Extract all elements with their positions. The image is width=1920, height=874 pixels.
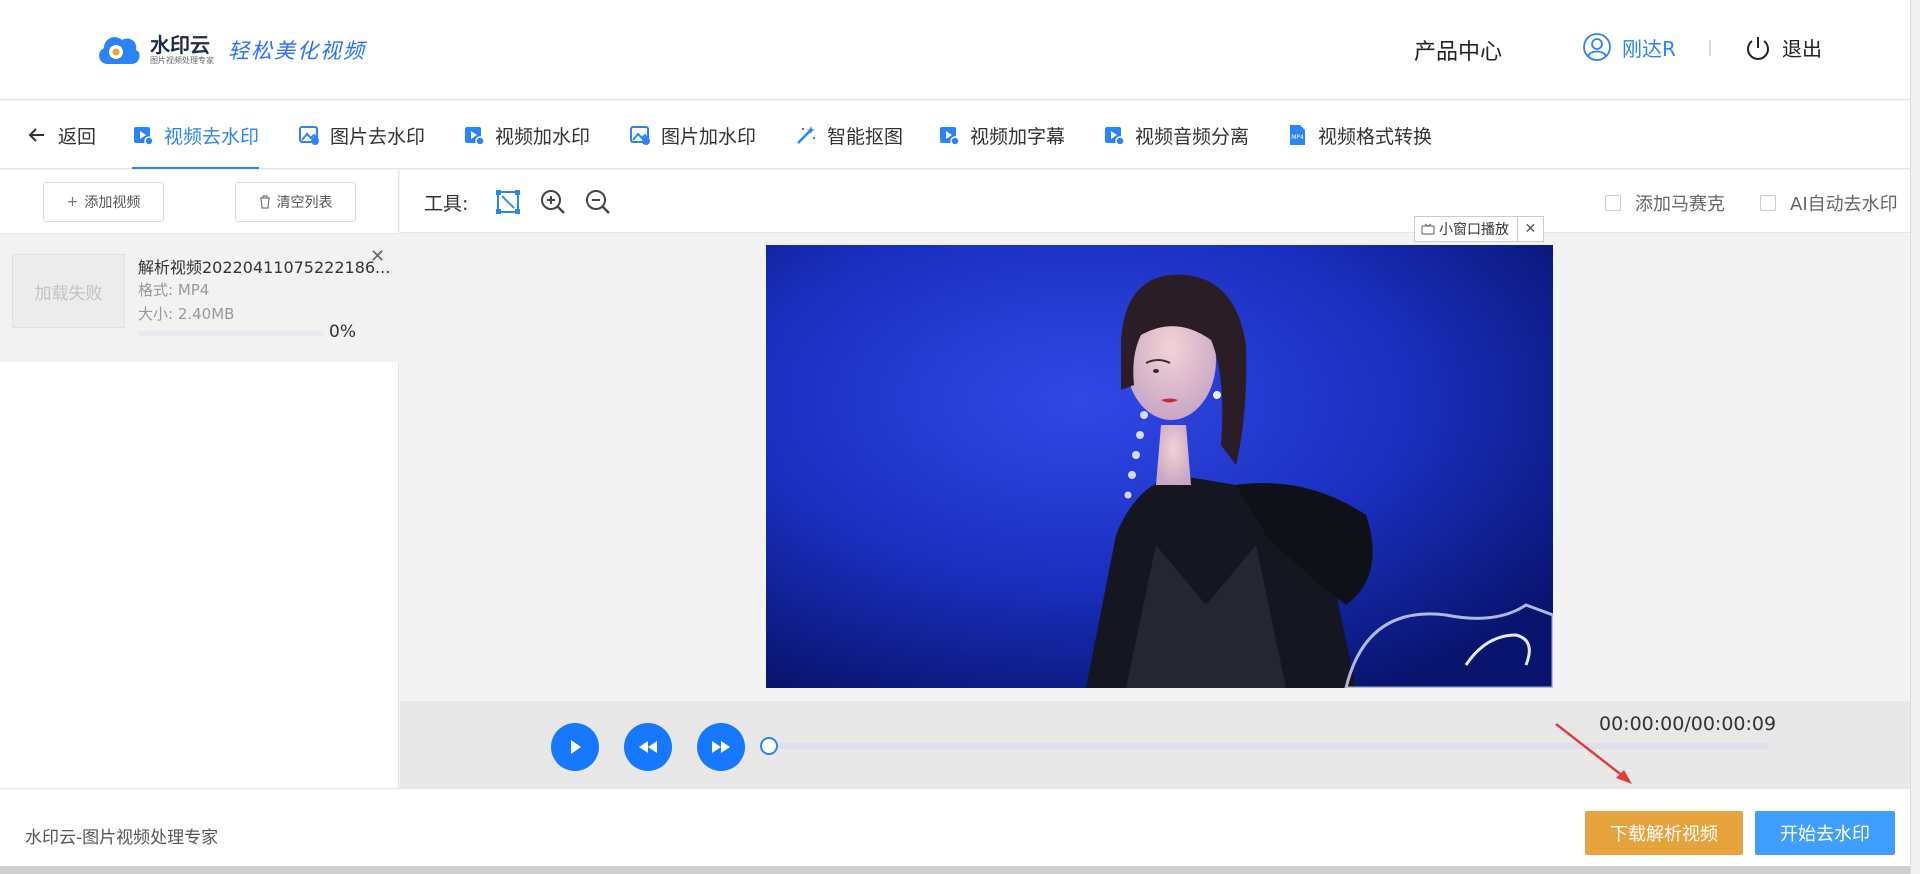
- logout-label: 退出: [1782, 37, 1822, 61]
- image-icon: [630, 126, 650, 145]
- file-thumbnail: 加载失败: [12, 254, 125, 328]
- clear-list-label: 清空列表: [276, 195, 333, 211]
- mini-window-control: 小窗口播放 ✕: [1414, 216, 1544, 242]
- play-icon: [571, 740, 581, 754]
- mosaic-label: 添加马赛克: [1635, 194, 1725, 215]
- tab-image-watermark-add[interactable]: 图片加水印: [629, 101, 756, 169]
- player-controls: 00:00:00/00:00:09: [400, 701, 1910, 788]
- tab-video-subtitle[interactable]: 视频加字幕: [938, 101, 1065, 169]
- tab-format-convert[interactable]: MP4 视频格式转换: [1286, 101, 1432, 169]
- footer-bar: 水印云-图片视频处理专家 下载解析视频 开始去水印: [0, 788, 1910, 866]
- arrow-left-icon: [28, 128, 44, 142]
- add-video-button[interactable]: + 添加视频: [43, 182, 164, 222]
- tool-bar: 工具: 添加马赛克 AI自动去水印: [400, 170, 1910, 233]
- back-label: 返回: [58, 125, 97, 148]
- video-icon: [940, 127, 960, 146]
- file-list-item[interactable]: 加载失败 解析视频20220411075222186... 格式: MP4 大小…: [0, 234, 399, 362]
- select-area-icon[interactable]: [494, 188, 522, 216]
- mp4-file-icon: MP4: [1290, 125, 1305, 145]
- video-frame-image: [766, 245, 1553, 688]
- feature-tabs: 返回 视频去水印 图片去水印 视频加水印 图片加水印 智能抠图 视频加字幕 视频…: [0, 101, 1910, 169]
- tab-label: 视频加字幕: [970, 125, 1066, 148]
- tab-video-watermark-remove[interactable]: 视频去水印: [132, 101, 260, 169]
- vertical-scrollbar[interactable]: [1910, 0, 1920, 874]
- video-icon: [1105, 127, 1125, 146]
- download-parsed-video-button[interactable]: 下载解析视频: [1585, 811, 1743, 855]
- cloud-logo-icon: [99, 37, 140, 64]
- user-menu[interactable]: 刚达R: [1582, 32, 1676, 62]
- username-label: 刚达R: [1622, 36, 1676, 61]
- video-stage: 小窗口播放 ✕: [400, 216, 1910, 701]
- rewind-icon: [639, 741, 657, 753]
- checkbox-box: [1760, 195, 1776, 211]
- mosaic-checkbox[interactable]: 添加马赛克: [1605, 190, 1725, 216]
- ai-remove-label: AI自动去水印: [1790, 194, 1898, 215]
- tab-label: 智能抠图: [827, 125, 904, 148]
- svg-text:MP4: MP4: [1291, 134, 1304, 141]
- seek-bar[interactable]: [768, 743, 1768, 749]
- tv-icon: [1421, 223, 1435, 235]
- header-separator: [1709, 40, 1711, 56]
- add-video-label: 添加视频: [84, 195, 141, 211]
- magic-wand-icon: [797, 126, 816, 144]
- brand-logo[interactable]: 水印云 图片视频处理专家 轻松美化视频: [94, 28, 366, 72]
- tab-label: 图片去水印: [330, 125, 426, 148]
- tools-label: 工具:: [424, 193, 469, 215]
- file-size: 大小: 2.40MB: [138, 305, 235, 323]
- close-mini-window-button[interactable]: ✕: [1517, 217, 1543, 241]
- mini-window-label: 小窗口播放: [1439, 222, 1509, 238]
- tab-smart-cutout[interactable]: 智能抠图: [795, 101, 903, 169]
- logo-title: 水印云: [150, 33, 210, 57]
- rewind-button[interactable]: [624, 723, 672, 771]
- file-progress-bar: [138, 331, 324, 336]
- back-button[interactable]: 返回: [26, 101, 96, 169]
- video-icon: [134, 127, 154, 146]
- clear-list-button[interactable]: 清空列表: [235, 182, 356, 222]
- remove-file-button[interactable]: ✕: [370, 246, 385, 267]
- tab-label: 视频音频分离: [1135, 125, 1250, 148]
- file-progress-text: 0%: [329, 322, 356, 342]
- zoom-in-icon[interactable]: [539, 188, 567, 216]
- fast-forward-button[interactable]: [697, 723, 745, 771]
- playback-time: 00:00:00/00:00:09: [1599, 713, 1777, 735]
- tab-audio-separation[interactable]: 视频音频分离: [1103, 101, 1249, 169]
- logo-slogan: 轻松美化视频: [228, 39, 366, 63]
- footer-brand: 水印云-图片视频处理专家: [25, 828, 219, 848]
- file-list-panel: + 添加视频 清空列表 加载失败 解析视频20220411075222186..…: [0, 170, 399, 788]
- file-format: 格式: MP4: [138, 281, 210, 299]
- logo-subtitle: 图片视频处理专家: [150, 56, 214, 65]
- video-preview[interactable]: [766, 245, 1553, 688]
- start-remove-watermark-button[interactable]: 开始去水印: [1755, 811, 1895, 855]
- tab-label: 视频格式转换: [1318, 125, 1433, 148]
- power-icon: [1747, 36, 1769, 60]
- tab-video-watermark-add[interactable]: 视频加水印: [463, 101, 590, 169]
- file-name: 解析视频20220411075222186...: [138, 258, 391, 277]
- horizontal-scrollbar[interactable]: [0, 866, 1910, 874]
- fast-forward-icon: [712, 741, 730, 753]
- checkbox-box: [1605, 195, 1621, 211]
- zoom-out-icon[interactable]: [584, 188, 612, 216]
- plus-icon: +: [66, 194, 79, 210]
- tab-label: 视频去水印: [164, 125, 260, 148]
- logout-button[interactable]: 退出: [1744, 33, 1822, 62]
- tab-image-watermark-remove[interactable]: 图片去水印: [298, 101, 425, 169]
- ai-remove-checkbox[interactable]: AI自动去水印: [1760, 190, 1898, 216]
- seek-handle[interactable]: [760, 737, 778, 755]
- user-avatar-icon: [1583, 33, 1611, 61]
- mini-window-button[interactable]: 小窗口播放: [1415, 219, 1517, 239]
- product-center-link[interactable]: 产品中心: [1414, 34, 1502, 66]
- top-header: 水印云 图片视频处理专家 轻松美化视频 产品中心 刚达R 退出: [0, 0, 1910, 100]
- image-icon: [299, 126, 319, 145]
- video-icon: [465, 127, 485, 146]
- play-button[interactable]: [551, 723, 599, 771]
- trash-icon: [259, 195, 270, 209]
- tab-label: 图片加水印: [661, 125, 757, 148]
- tab-label: 视频加水印: [495, 125, 591, 148]
